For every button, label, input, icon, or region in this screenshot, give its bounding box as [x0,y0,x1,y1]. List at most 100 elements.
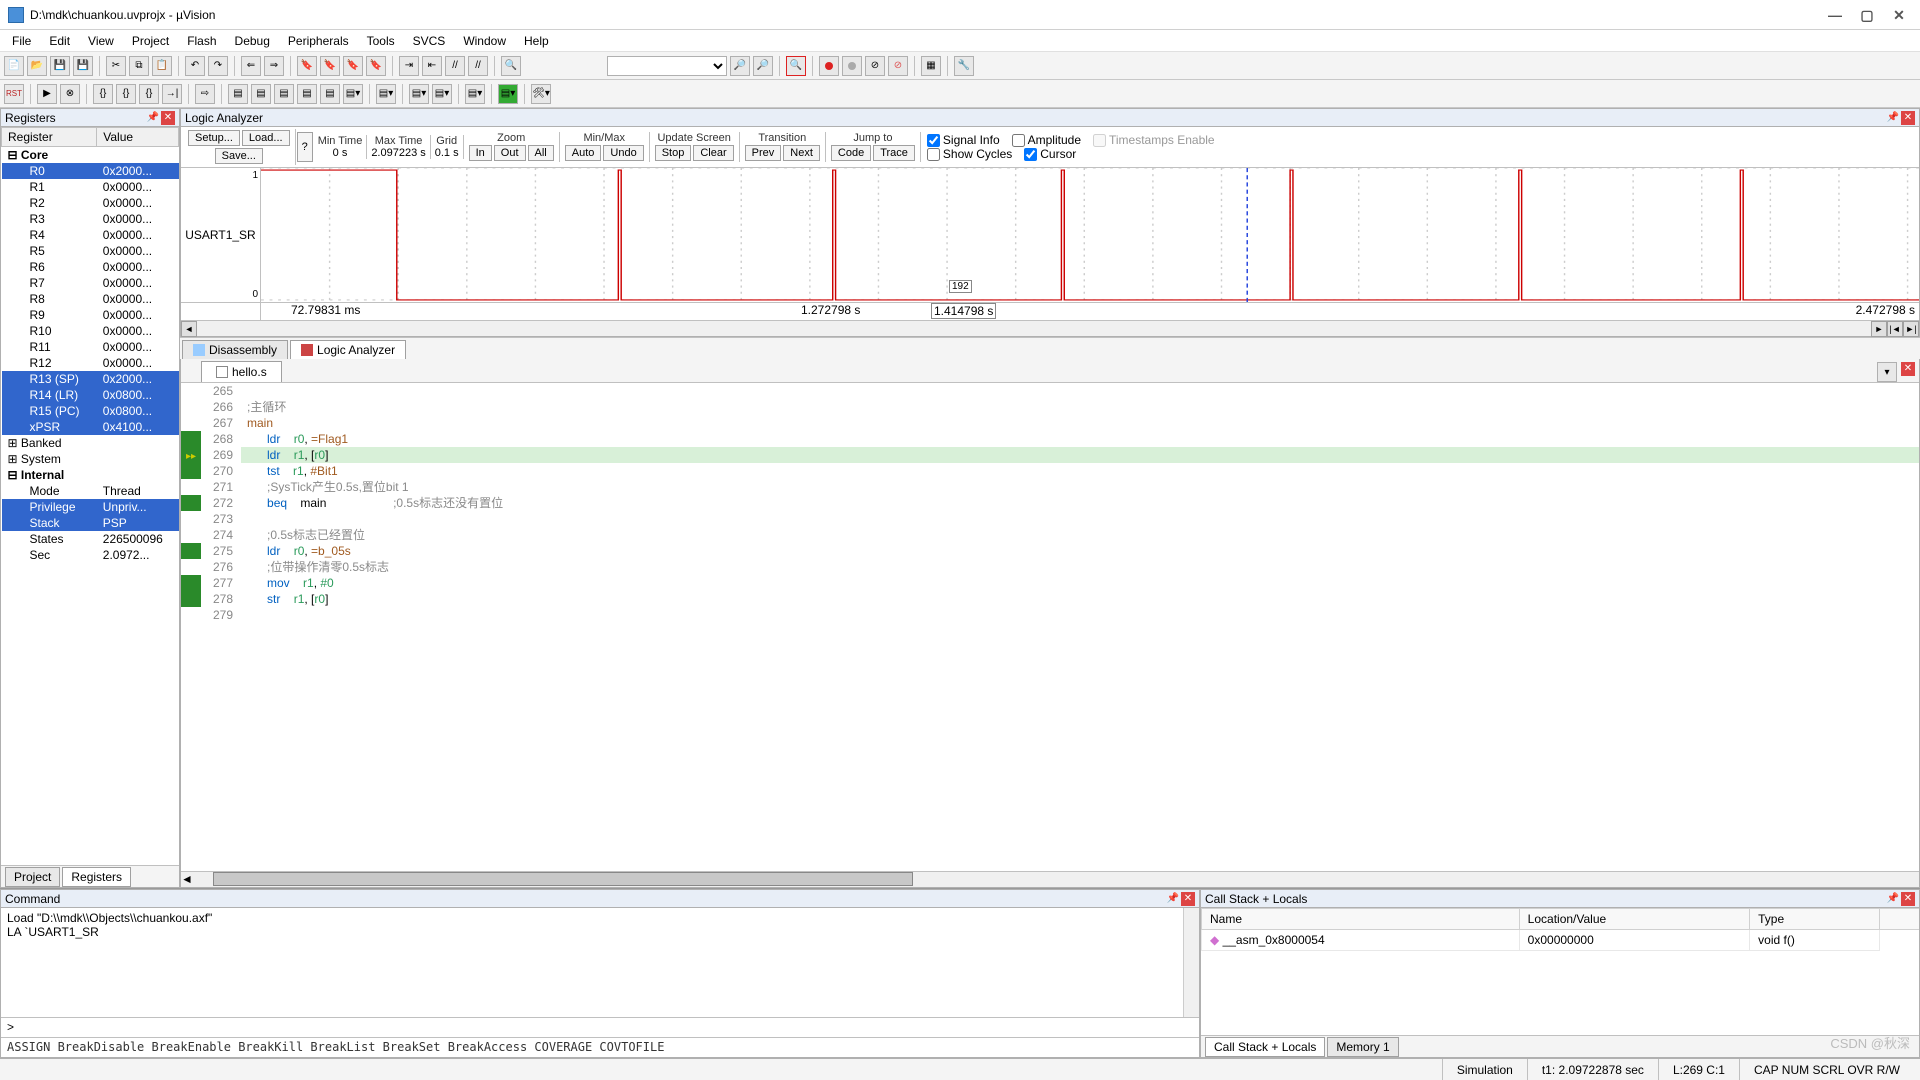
callstack-row[interactable]: __asm_0x80000540x00000000void f() [1202,930,1920,951]
code-button[interactable]: Code [831,145,871,161]
code-line-271[interactable]: 271 ;SysTick产生0.5s,置位bit 1 [181,479,1919,495]
reg-row-states[interactable]: States226500096 [2,531,179,547]
zoom-all-button[interactable]: All [528,145,554,161]
trace-window-icon[interactable]: ▤▾ [465,84,485,104]
la-help-button[interactable]: ? [297,132,313,162]
reset-icon[interactable]: RST [4,84,24,104]
menu-window[interactable]: Window [455,32,514,50]
reg-row-privilege[interactable]: PrivilegeUnpriv... [2,499,179,515]
tab-registers[interactable]: Registers [62,867,131,887]
auto-button[interactable]: Auto [565,145,602,161]
clear-button[interactable]: Clear [693,145,733,161]
show-next-icon[interactable]: ⇨ [195,84,215,104]
close-pane-icon[interactable]: ✕ [1901,111,1915,125]
stop-icon[interactable]: ⊗ [60,84,80,104]
reg-row-r7[interactable]: R70x0000... [2,275,179,291]
pin-icon[interactable]: 📌 [147,112,159,123]
redo-icon[interactable]: ↷ [208,56,228,76]
symbols-window-icon[interactable]: ▤ [274,84,294,104]
pin-icon[interactable]: 📌 [1887,893,1899,904]
code-line-266[interactable]: 266;主循环 [181,399,1919,415]
la-scrollbar[interactable]: ◄►|◄►| [181,320,1919,336]
configure-icon[interactable]: 🔧 [954,56,974,76]
menu-flash[interactable]: Flash [179,32,224,50]
la-load-button[interactable]: Load... [242,130,290,146]
next-button[interactable]: Next [783,145,820,161]
reg-row-r4[interactable]: R40x0000... [2,227,179,243]
reg-row-r11[interactable]: R110x0000... [2,339,179,355]
find-in-files-icon[interactable]: 🔎 [730,56,750,76]
reg-row-stack[interactable]: StackPSP [2,515,179,531]
reg-col-value[interactable]: Value [97,128,179,147]
bookmark-prev-icon[interactable]: 🔖 [320,56,340,76]
code-line-267[interactable]: 267main [181,415,1919,431]
cursor-check[interactable]: Cursor [1018,147,1082,161]
maximize-button[interactable]: ▢ [1860,8,1874,22]
reg-row-xpsr[interactable]: xPSR0x4100... [2,419,179,435]
callstack-window-icon[interactable]: ▤ [320,84,340,104]
menu-debug[interactable]: Debug [227,32,278,50]
tab-project[interactable]: Project [5,867,60,887]
find-icon[interactable]: 🔍 [501,56,521,76]
code-line-276[interactable]: 276 ;位带操作清零0.5s标志 [181,559,1919,575]
la-save-button[interactable]: Save... [215,148,263,164]
undo-icon[interactable]: ↶ [185,56,205,76]
save-all-icon[interactable]: 💾 [73,56,93,76]
comment-icon[interactable]: // [445,56,465,76]
reg-row-r15-pc-[interactable]: R15 (PC)0x0800... [2,403,179,419]
callstack-table[interactable]: Name Location/Value Type __asm_0x8000054… [1201,908,1919,1035]
command-input[interactable]: > [1,1017,1199,1037]
step-into-icon[interactable]: {} [93,84,113,104]
bookmark-next-icon[interactable]: 🔖 [343,56,363,76]
reg-row-r0[interactable]: R00x2000... [2,163,179,179]
outdent-icon[interactable]: ⇤ [422,56,442,76]
menu-peripherals[interactable]: Peripherals [280,32,357,50]
tab-memory1[interactable]: Memory 1 [1327,1037,1398,1057]
reg-row-r10[interactable]: R100x0000... [2,323,179,339]
menu-svcs[interactable]: SVCS [405,32,454,50]
reg-row-sec[interactable]: Sec2.0972... [2,547,179,563]
code-line-279[interactable]: 279 [181,607,1919,623]
editor-hscroll[interactable]: ◄ [181,871,1919,887]
reg-row-banked[interactable]: Banked [2,435,179,451]
reg-row-r5[interactable]: R50x0000... [2,243,179,259]
minimize-button[interactable]: — [1828,8,1842,22]
reg-row-r9[interactable]: R90x0000... [2,307,179,323]
reg-row-system[interactable]: System [2,451,179,467]
reg-row-r13-sp-[interactable]: R13 (SP)0x2000... [2,371,179,387]
reg-row-r1[interactable]: R10x0000... [2,179,179,195]
code-line-269[interactable]: 269 ldr r1, [r0] [181,447,1919,463]
indent-icon[interactable]: ⇥ [399,56,419,76]
watch-window-icon[interactable]: ▤▾ [343,84,363,104]
serial-window-icon[interactable]: ▤▾ [409,84,429,104]
uncomment-icon[interactable]: // [468,56,488,76]
reg-row-r14-lr-[interactable]: R14 (LR)0x0800... [2,387,179,403]
breakpoint-disable-icon[interactable]: ⊘ [865,56,885,76]
incremental-find-icon[interactable]: 🔎 [753,56,773,76]
tab-logic-analyzer[interactable]: Logic Analyzer [290,340,406,359]
reg-row-core[interactable]: Core [2,147,179,164]
breakpoint-insert-icon[interactable] [819,56,839,76]
toolbox-icon[interactable]: 🛠▾ [531,84,551,104]
undo-button[interactable]: Undo [603,145,643,161]
code-line-265[interactable]: 265 [181,383,1919,399]
zoom-in-button[interactable]: In [469,145,492,161]
new-file-icon[interactable]: 📄 [4,56,24,76]
amplitude-check[interactable]: Amplitude [1006,133,1087,147]
la-waveform[interactable]: 1 USART1_SR 0 [181,168,1919,302]
code-editor[interactable]: 265266;主循环267main268 ldr r0, =Flag1269 l… [181,383,1919,871]
close-pane-icon[interactable]: ✕ [1181,892,1195,906]
menu-view[interactable]: View [80,32,122,50]
run-to-cursor-icon[interactable]: →| [162,84,182,104]
pin-icon[interactable]: 📌 [1887,112,1899,123]
close-pane-icon[interactable]: ✕ [161,111,175,125]
reg-row-r12[interactable]: R120x0000... [2,355,179,371]
open-file-icon[interactable]: 📂 [27,56,47,76]
code-line-278[interactable]: 278 str r1, [r0] [181,591,1919,607]
menu-tools[interactable]: Tools [359,32,403,50]
window-icon[interactable]: ▦ [921,56,941,76]
tab-callstack[interactable]: Call Stack + Locals [1205,1037,1325,1057]
close-pane-icon[interactable]: ✕ [1901,892,1915,906]
code-line-272[interactable]: 272 beq main ;0.5s标志还没有置位 [181,495,1919,511]
analysis-window-icon[interactable]: ▤▾ [432,84,452,104]
